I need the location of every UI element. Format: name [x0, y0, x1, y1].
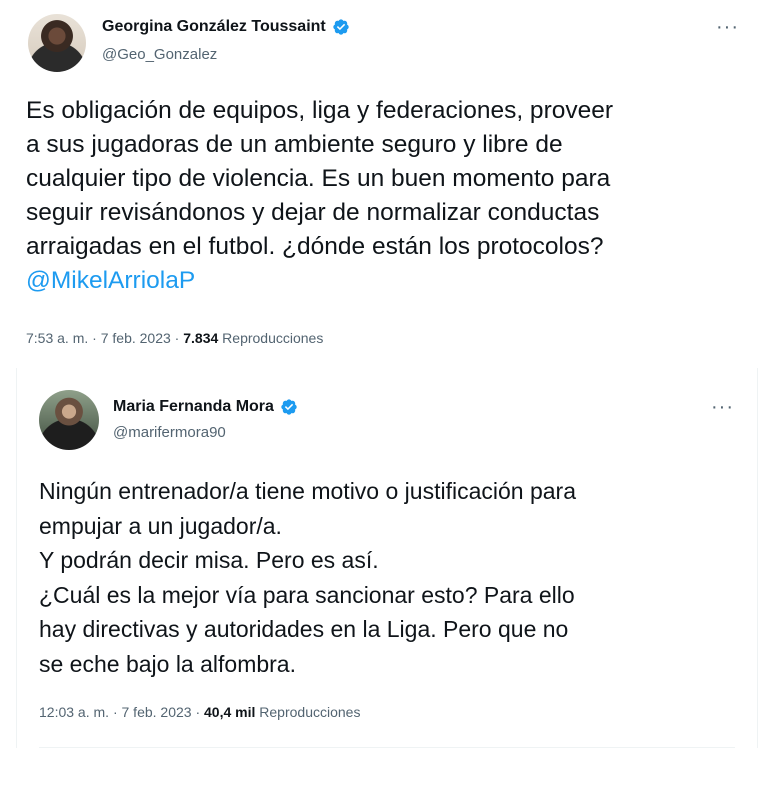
- avatar[interactable]: [39, 390, 99, 450]
- separator: ·: [92, 330, 97, 346]
- views-label[interactable]: Reproducciones: [222, 330, 323, 346]
- text-line: ¿Cuál es la mejor vía para sancionar est…: [39, 581, 575, 608]
- text-line: a sus jugadoras de un ambiente seguro y …: [26, 131, 563, 158]
- text-line: se eche bajo la alfombra.: [39, 650, 296, 677]
- more-horizontal-icon[interactable]: ···: [711, 397, 734, 417]
- separator: ·: [195, 704, 201, 720]
- text-line: Es obligación de equipos, liga y federac…: [26, 97, 614, 124]
- more-horizontal-icon[interactable]: ···: [716, 17, 739, 37]
- text-line: hay directivas y autoridades en la Liga.…: [39, 616, 569, 642]
- text-line: cualquier tipo de violencia. Es un buen …: [26, 165, 611, 192]
- separator: ·: [174, 330, 180, 346]
- tweet-metadata: 7:53 a. m. · 7 feb. 2023 · 7.834 Reprodu…: [26, 330, 323, 346]
- view-count[interactable]: 7.834: [183, 330, 218, 346]
- verified-badge-icon: [333, 19, 349, 35]
- author-handle[interactable]: @marifermora90: [113, 424, 226, 441]
- text-line: arraigadas en el futbol. ¿dónde están lo…: [26, 233, 604, 260]
- view-count[interactable]: 40,4 mil: [204, 704, 255, 720]
- verified-badge-icon: [281, 399, 297, 415]
- divider: [39, 747, 735, 748]
- text-line: seguir revisándonos y dejar de normaliza…: [26, 199, 600, 226]
- tweet-time[interactable]: 7:53 a. m.: [26, 330, 88, 346]
- text-line: Y podrán decir misa. Pero es así.: [39, 547, 379, 573]
- views-label[interactable]: Reproducciones: [259, 704, 360, 720]
- tweet-date[interactable]: 7 feb. 2023: [101, 330, 171, 346]
- author-row: Georgina González Toussaint: [102, 18, 350, 36]
- tweet-card[interactable]: Maria Fernanda Mora @marifermora90 ··· N…: [16, 368, 758, 748]
- text-line: Ningún entrenador/a tiene motivo o justi…: [39, 478, 576, 504]
- author-handle[interactable]: @Geo_Gonzalez: [102, 46, 217, 63]
- author-row: Maria Fernanda Mora: [113, 398, 298, 416]
- avatar[interactable]: [28, 14, 86, 72]
- tweet-text: Es obligación de equipos, liga y federac…: [26, 94, 756, 298]
- tweet-date[interactable]: 7 feb. 2023: [122, 704, 192, 720]
- tweet-time[interactable]: 12:03 a. m.: [39, 704, 109, 720]
- mention-link[interactable]: @MikelArriolaP: [26, 267, 195, 294]
- author-name[interactable]: Maria Fernanda Mora: [113, 398, 274, 416]
- tweet-text: Ningún entrenador/a tiene motivo o justi…: [39, 474, 753, 681]
- author-name[interactable]: Georgina González Toussaint: [102, 18, 326, 36]
- text-line: empujar a un jugador/a.: [39, 512, 282, 539]
- tweet-card[interactable]: Georgina González Toussaint @Geo_Gonzale…: [0, 0, 768, 362]
- tweet-metadata: 12:03 a. m. · 7 feb. 2023 · 40,4 mil Rep…: [39, 704, 360, 720]
- separator: ·: [112, 704, 118, 720]
